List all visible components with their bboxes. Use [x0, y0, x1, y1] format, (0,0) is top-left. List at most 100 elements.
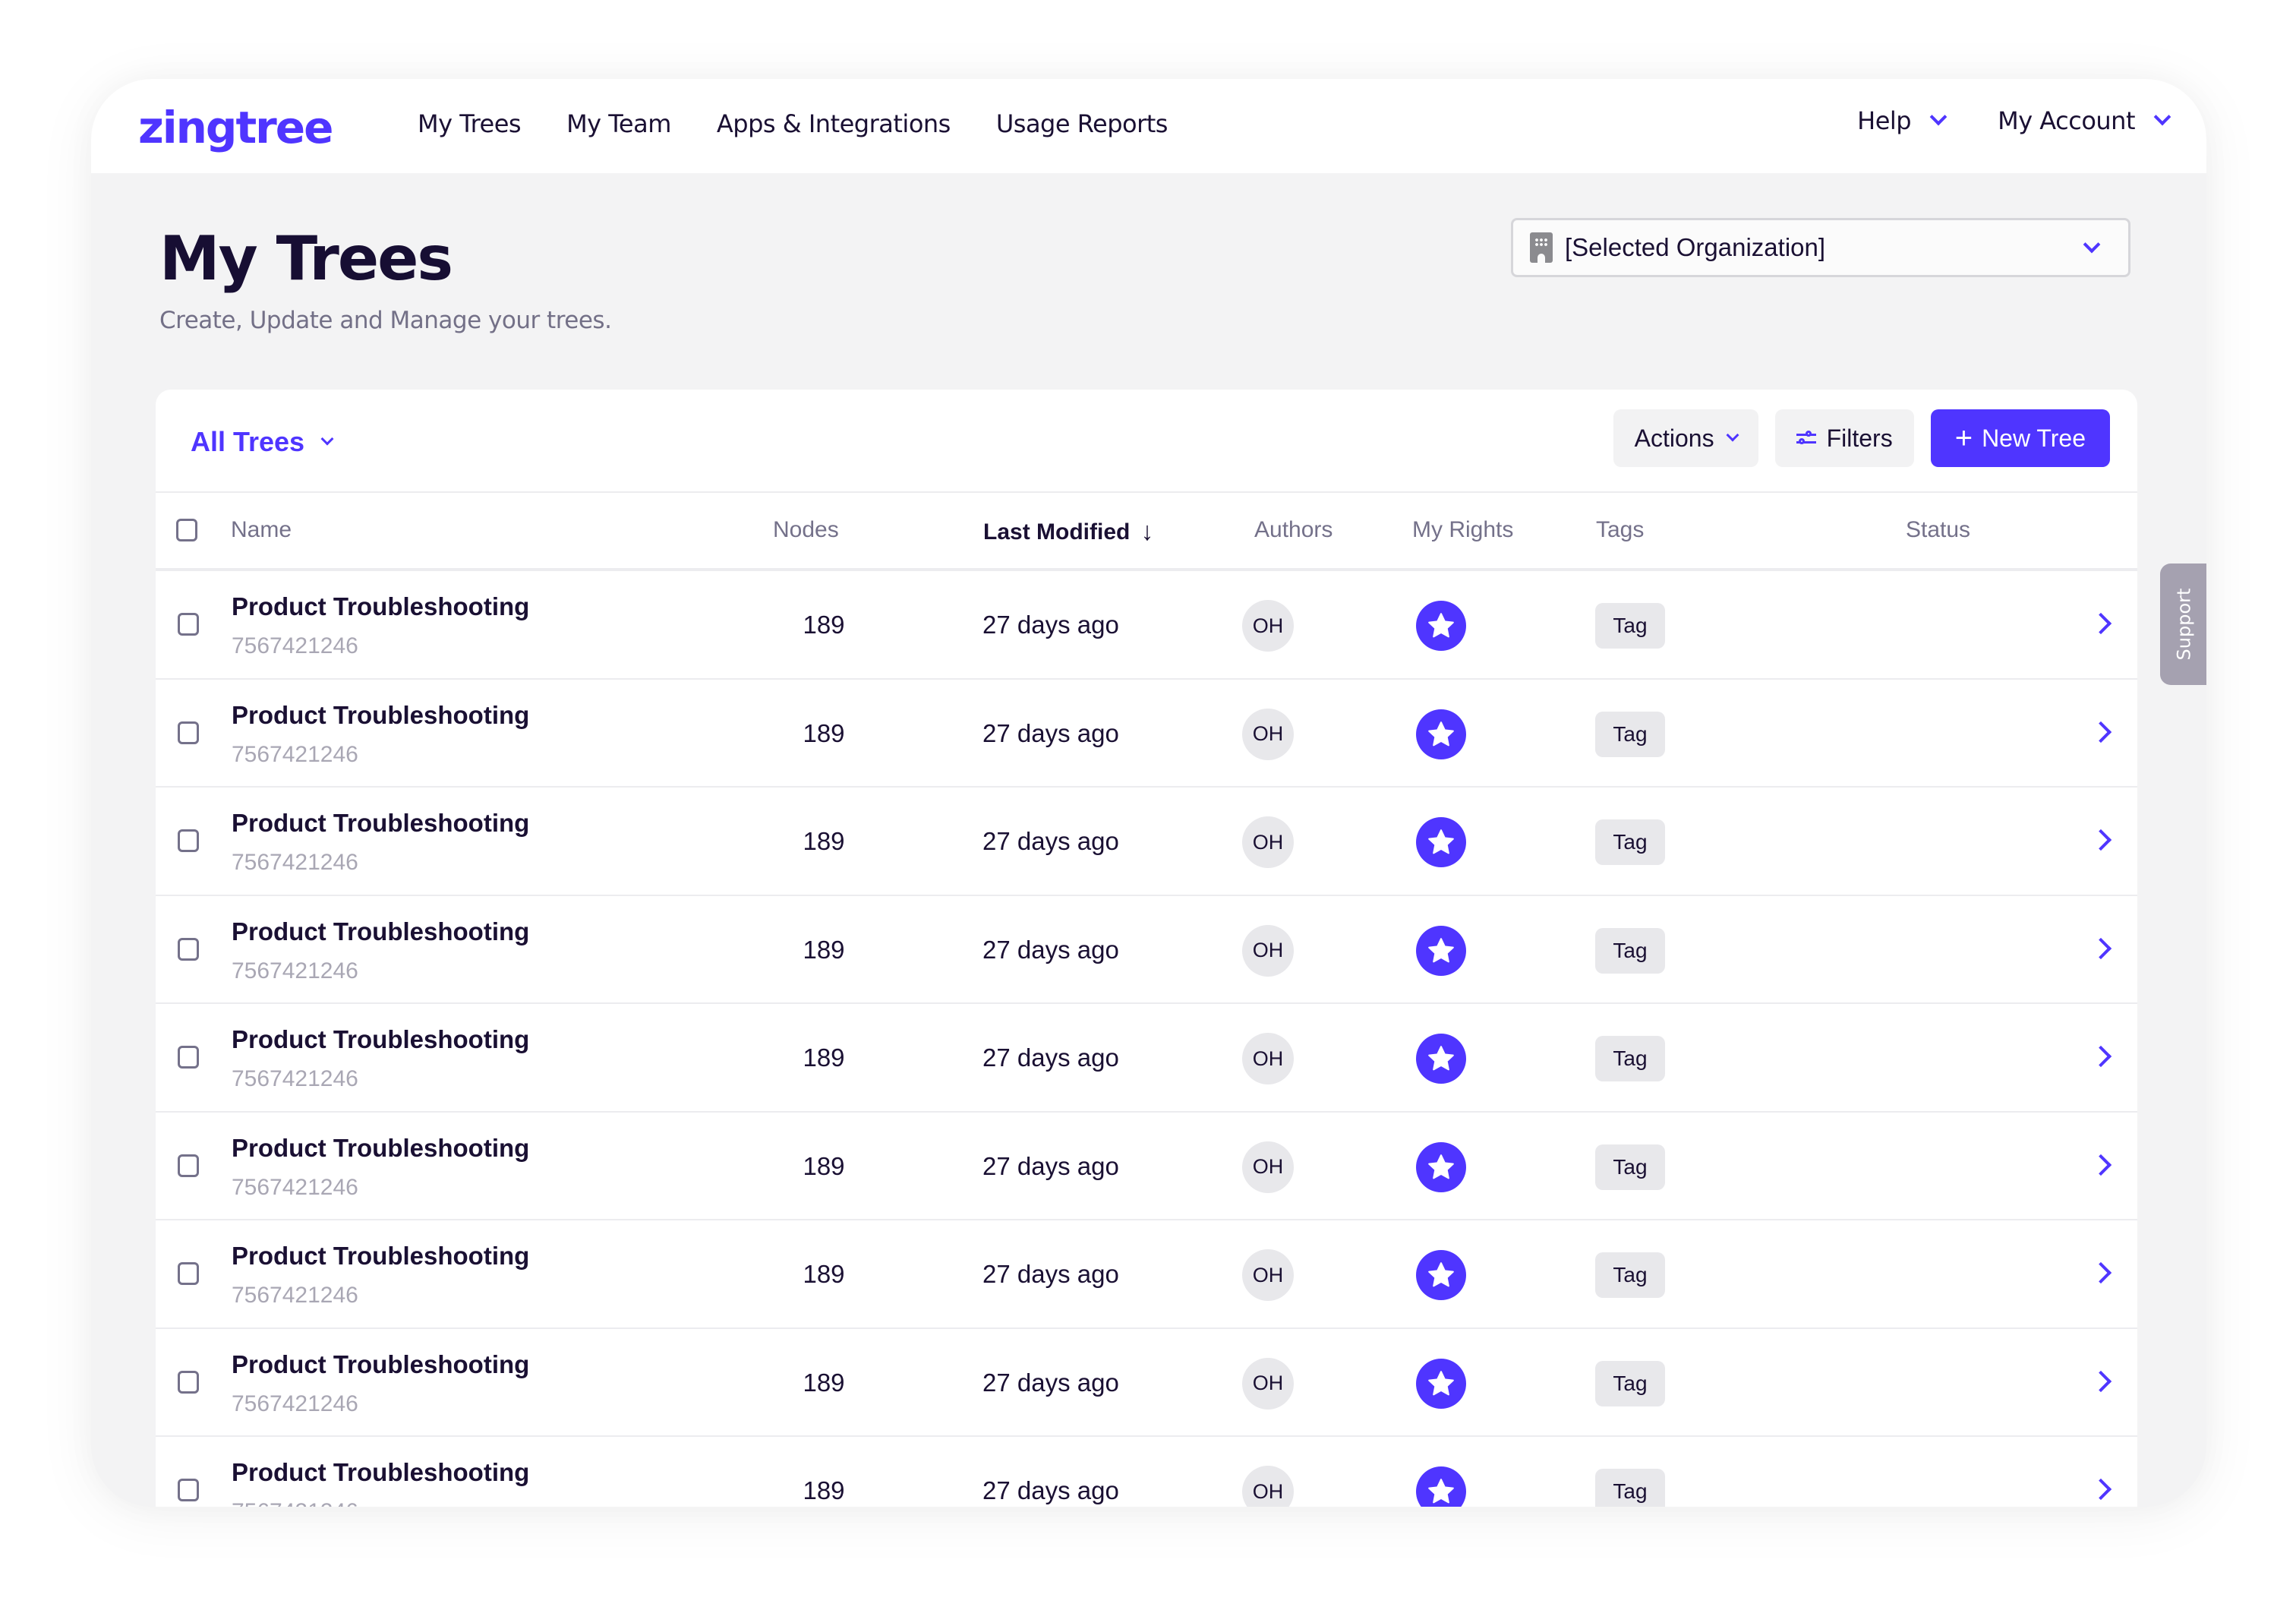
tree-last-modified: 27 days ago [982, 1260, 1119, 1288]
row-checkbox[interactable] [178, 1262, 199, 1285]
app-window: zingtree My Trees My Team Apps & Integra… [91, 79, 2206, 1507]
toolbar-buttons: Actions Filters + New Tree [1613, 409, 2110, 467]
table-row[interactable]: Product Troubleshooting 7567421246 189 2… [156, 680, 2137, 788]
support-tab[interactable]: Support [2160, 564, 2206, 685]
author-avatar: OH [1242, 1357, 1294, 1410]
column-name[interactable]: Name [231, 517, 292, 543]
row-checkbox[interactable] [178, 1154, 199, 1177]
tree-id: 7567421246 [232, 958, 358, 983]
nav-my-trees[interactable]: My Trees [418, 109, 522, 138]
account-menu[interactable]: My Account [1998, 106, 2171, 135]
star-icon [1416, 1034, 1466, 1084]
actions-button[interactable]: Actions [1613, 409, 1758, 467]
table-row[interactable]: Product Troubleshooting 7567421246 189 2… [156, 1113, 2137, 1220]
column-my-rights[interactable]: My Rights [1412, 517, 1513, 543]
nav-usage-reports[interactable]: Usage Reports [996, 109, 1168, 138]
tree-nodes: 189 [803, 1476, 845, 1504]
row-checkbox[interactable] [178, 1479, 199, 1501]
tree-name[interactable]: Product Troubleshooting [232, 809, 529, 838]
chevron-right-icon[interactable] [2089, 1478, 2112, 1501]
column-nodes[interactable]: Nodes [773, 517, 839, 543]
column-authors[interactable]: Authors [1254, 517, 1332, 543]
account-label: My Account [1998, 106, 2135, 135]
table-row[interactable]: Product Troubleshooting 7567421246 189 2… [156, 788, 2137, 896]
star-icon [1416, 1141, 1466, 1192]
tree-last-modified: 27 days ago [982, 611, 1119, 639]
help-menu[interactable]: Help [1857, 106, 1948, 135]
chevron-right-icon[interactable] [2089, 721, 2112, 743]
tree-last-modified: 27 days ago [982, 827, 1119, 855]
table-toolbar: All Trees Actions Filters + New Tree [156, 390, 2137, 493]
tag-badge: Tag [1595, 1252, 1665, 1298]
tree-nodes: 189 [803, 1043, 845, 1072]
new-tree-label: New Tree [1982, 424, 2086, 452]
tree-name[interactable]: Product Troubleshooting [232, 1134, 529, 1163]
nav-apps-integrations[interactable]: Apps & Integrations [717, 109, 951, 138]
tag-badge: Tag [1595, 1469, 1665, 1507]
new-tree-button[interactable]: + New Tree [1930, 409, 2110, 467]
tree-name[interactable]: Product Troubleshooting [232, 1025, 529, 1054]
view-select[interactable]: All Trees [191, 426, 334, 458]
author-avatar: OH [1242, 600, 1294, 652]
author-avatar: OH [1242, 816, 1294, 868]
author-avatar: OH [1242, 1249, 1294, 1301]
tag-badge: Tag [1595, 1360, 1665, 1406]
tree-nodes: 189 [803, 1151, 845, 1180]
tree-nodes: 189 [803, 611, 845, 639]
star-icon [1416, 601, 1466, 651]
table-row[interactable]: Product Troubleshooting 7567421246 189 2… [156, 1437, 2137, 1507]
tree-id: 7567421246 [232, 1066, 358, 1091]
page-title: My Trees [159, 223, 453, 294]
main-nav: My Trees My Team Apps & Integrations Usa… [418, 109, 1213, 138]
chevron-right-icon[interactable] [2089, 612, 2112, 635]
view-select-label: All Trees [191, 426, 305, 457]
chevron-right-icon[interactable] [2089, 1370, 2112, 1392]
tag-badge: Tag [1595, 603, 1665, 649]
tree-name[interactable]: Product Troubleshooting [232, 592, 529, 621]
row-checkbox[interactable] [178, 1370, 199, 1394]
star-icon [1416, 1250, 1466, 1300]
tree-name[interactable]: Product Troubleshooting [232, 1458, 529, 1487]
column-status[interactable]: Status [1906, 517, 1970, 543]
sliders-icon [1796, 430, 1816, 447]
zingtree-logo[interactable]: zingtree [138, 102, 333, 153]
tag-badge: Tag [1595, 927, 1665, 974]
author-avatar: OH [1242, 1033, 1294, 1084]
row-checkbox[interactable] [178, 613, 199, 636]
tree-nodes: 189 [803, 718, 845, 747]
row-checkbox[interactable] [178, 937, 199, 961]
table-row[interactable]: Product Troubleshooting 7567421246 189 2… [156, 896, 2137, 1004]
organization-select-value: [Selected Organization] [1565, 233, 1826, 261]
tree-name[interactable]: Product Troubleshooting [232, 701, 529, 730]
nav-right: Help My Account [1804, 106, 2171, 135]
row-checkbox[interactable] [178, 721, 199, 744]
table-row[interactable]: Product Troubleshooting 7567421246 189 2… [156, 1220, 2137, 1329]
tree-id: 7567421246 [232, 633, 358, 658]
author-avatar: OH [1242, 924, 1294, 977]
tree-name[interactable]: Product Troubleshooting [232, 917, 529, 946]
filters-label: Filters [1826, 424, 1893, 452]
chevron-down-icon [2153, 108, 2171, 126]
chevron-right-icon[interactable] [2089, 1045, 2112, 1068]
chevron-right-icon[interactable] [2089, 937, 2112, 959]
chevron-down-icon [2083, 235, 2101, 254]
filters-button[interactable]: Filters [1774, 409, 1914, 467]
column-last-modified[interactable]: Last Modified ↓ [983, 517, 1153, 547]
star-icon [1416, 925, 1466, 976]
tree-id: 7567421246 [232, 741, 358, 767]
chevron-right-icon[interactable] [2089, 1261, 2112, 1284]
table-row[interactable]: Product Troubleshooting 7567421246 189 2… [156, 1329, 2137, 1437]
select-all-checkbox[interactable] [176, 519, 197, 541]
tree-name[interactable]: Product Troubleshooting [232, 1350, 529, 1379]
row-checkbox[interactable] [178, 829, 199, 852]
nav-my-team[interactable]: My Team [566, 109, 671, 138]
chevron-right-icon[interactable] [2089, 829, 2112, 851]
table-row[interactable]: Product Troubleshooting 7567421246 189 2… [156, 571, 2137, 680]
table-row[interactable]: Product Troubleshooting 7567421246 189 2… [156, 1004, 2137, 1113]
page-subtitle: Create, Update and Manage your trees. [159, 307, 612, 334]
organization-select[interactable]: [Selected Organization] [1511, 218, 2130, 277]
row-checkbox[interactable] [178, 1046, 199, 1069]
column-tags[interactable]: Tags [1596, 517, 1644, 543]
tree-name[interactable]: Product Troubleshooting [232, 1242, 529, 1271]
chevron-right-icon[interactable] [2089, 1154, 2112, 1176]
